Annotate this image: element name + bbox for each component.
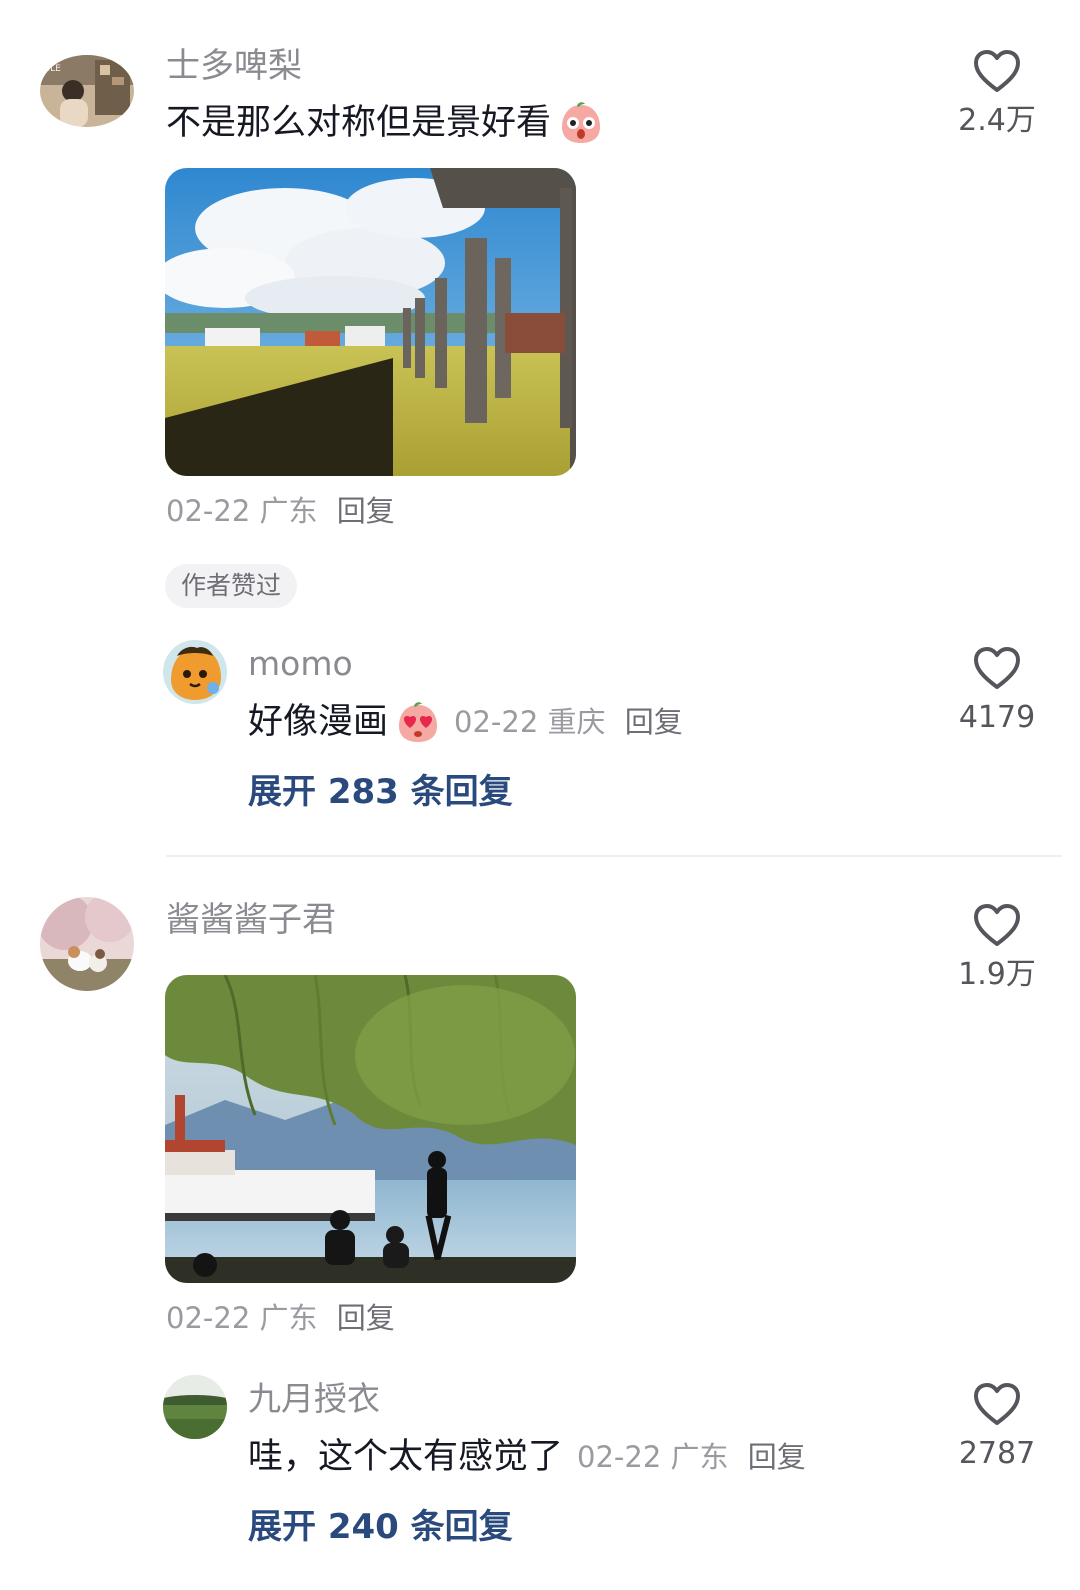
comment-meta: 02-22 广东 回复 xyxy=(166,493,395,529)
comment-text-content: 不是那么对称但是景好看 xyxy=(166,103,552,143)
reply-like[interactable]: 2787 xyxy=(932,1381,1062,1473)
reply-avatar[interactable] xyxy=(163,640,227,704)
reply-location: 重庆 xyxy=(547,705,606,739)
comment-image[interactable] xyxy=(165,975,576,1283)
shocked-face-emoji xyxy=(559,101,603,145)
comment-divider xyxy=(166,855,1062,857)
heart-outline-icon[interactable] xyxy=(972,902,1022,948)
reply-avatar[interactable] xyxy=(163,1375,227,1439)
reply-like[interactable]: 4179 xyxy=(932,645,1062,737)
comment-text: 不是那么对称但是景好看 xyxy=(166,101,603,145)
like-count: 1.9万 xyxy=(958,957,1036,992)
heart-outline-icon[interactable] xyxy=(972,1381,1022,1427)
expand-replies-button[interactable]: 展开 240 条回复 xyxy=(248,1506,513,1548)
svg-text:BLE: BLE xyxy=(44,64,61,74)
author-liked-badge: 作者赞过 xyxy=(165,564,298,608)
comment-like[interactable]: 1.9万 xyxy=(932,902,1062,994)
comment-meta: 02-22 广东 回复 xyxy=(166,1300,395,1336)
reply-text-content: 哇，这个太有感觉了 xyxy=(248,1437,564,1477)
reply-meta: 02-22 广东 回复 xyxy=(577,1435,806,1479)
comment-like[interactable]: 2.4万 xyxy=(932,48,1062,140)
reply-text: 好像漫画 02-22 重庆 回复 xyxy=(248,700,683,744)
comment-username[interactable]: 酱酱酱子君 xyxy=(166,900,336,940)
reply-button[interactable]: 回复 xyxy=(748,1440,806,1474)
comment-image[interactable] xyxy=(165,168,576,476)
heart-outline-icon[interactable] xyxy=(972,645,1022,691)
reply-location: 广东 xyxy=(670,1440,729,1474)
like-count: 2787 xyxy=(958,1436,1036,1471)
reply-date: 02-22 xyxy=(454,705,539,739)
comment-username[interactable]: 士多啤梨 xyxy=(166,46,302,86)
reply-username[interactable]: momo xyxy=(248,644,353,684)
comment-avatar[interactable] xyxy=(40,897,134,991)
reply-button[interactable]: 回复 xyxy=(625,705,683,739)
comment-date: 02-22 xyxy=(166,494,251,528)
expand-replies-button[interactable]: 展开 283 条回复 xyxy=(248,771,513,813)
like-count: 4179 xyxy=(958,700,1036,735)
reply-date: 02-22 xyxy=(577,1440,662,1474)
comment-avatar[interactable]: BLE xyxy=(40,55,134,127)
reply-button[interactable]: 回复 xyxy=(337,494,395,528)
love-face-emoji xyxy=(396,700,440,744)
reply-button[interactable]: 回复 xyxy=(337,1301,395,1335)
comment-location: 广东 xyxy=(259,1301,318,1335)
reply-meta: 02-22 重庆 回复 xyxy=(454,700,683,744)
reply-text: 哇，这个太有感觉了 02-22 广东 回复 xyxy=(248,1435,806,1479)
reply-text-content: 好像漫画 xyxy=(248,702,389,742)
reply-username[interactable]: 九月授衣 xyxy=(248,1379,380,1419)
heart-outline-icon[interactable] xyxy=(972,48,1022,94)
like-count: 2.4万 xyxy=(958,103,1036,138)
comment-location: 广东 xyxy=(259,494,318,528)
comment-date: 02-22 xyxy=(166,1301,251,1335)
